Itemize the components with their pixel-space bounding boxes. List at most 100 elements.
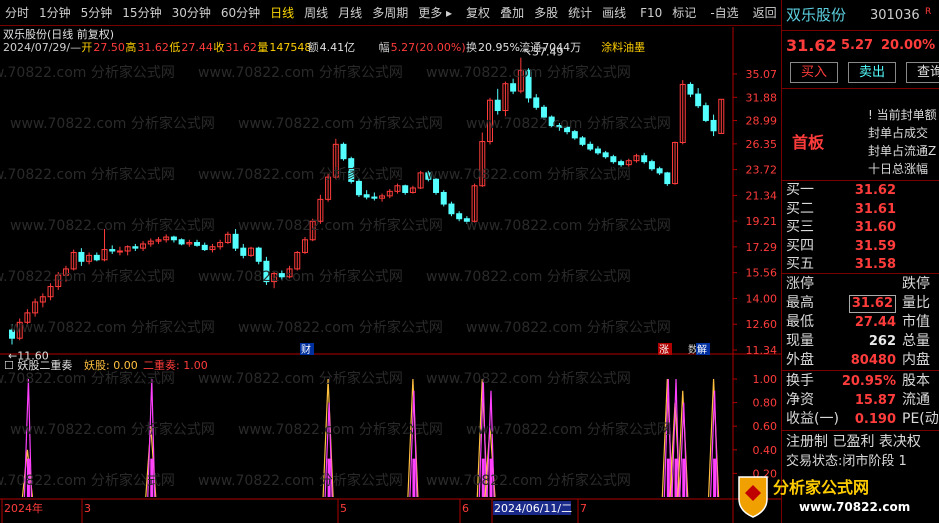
candle-body <box>656 168 663 174</box>
watermark-text: www.70822.com 分析家公式网 <box>426 166 631 183</box>
watermark-text: www.70822.com 分析家公式网 <box>0 64 175 81</box>
bids-row: 买一 31.62 <box>782 181 939 200</box>
stock-name: 双乐股份 <box>786 6 847 24</box>
price-row: 31.62 5.27 20.00% <box>782 36 939 56</box>
toolbar-item-12[interactable]: 叠加 <box>495 3 529 23</box>
candle-body <box>664 172 671 185</box>
stats-label: 最高 <box>786 295 814 311</box>
toolbar-item-11[interactable]: 复权 <box>461 3 495 23</box>
header-field: 幅 <box>379 41 390 54</box>
candle-body <box>456 213 463 220</box>
toolbar-item-14[interactable]: 统计 <box>563 3 597 23</box>
header-field: 5.27(20.00%) <box>391 41 466 54</box>
last-price: 31.62 <box>786 36 837 55</box>
price-tick-label: 14.00 <box>746 292 778 305</box>
stats-row: 最高 31.62 量比 <box>782 294 939 313</box>
toolbar-item-19[interactable]: 返回 <box>748 3 782 23</box>
stats-label: 最低 <box>786 314 814 330</box>
app-root: 分时 1分钟 5分钟 15分钟 30分钟 60分钟 日线 周线 月线 多周期 更多 ▸ 复权 叠加 多股统… <box>0 0 939 523</box>
query-button[interactable]: 查询 <box>906 62 939 83</box>
header-field: 4.41亿 <box>320 41 356 54</box>
toolbar-item-15[interactable]: 画线 <box>597 3 631 23</box>
trade-status: 交易状态:闭市阶段 1 <box>786 454 907 469</box>
stats-label: 现量 <box>786 333 814 349</box>
stats-row: 现量 262 总量 <box>782 332 939 351</box>
candle-body <box>641 155 648 163</box>
registration-badge: R <box>925 7 932 17</box>
toolbar-item-17[interactable]: 标记 <box>667 3 701 23</box>
candle-body <box>579 137 586 145</box>
stats-row: 最低 27.44 市值 <box>782 313 939 332</box>
board-label: 首板 <box>792 133 825 152</box>
watermark-text: www.70822.com 分析家公式网 <box>10 217 215 234</box>
chart-area[interactable]: 双乐股份(日线 前复权) 2024/07/29/— 开 27.50 高 31.62 低 27.… <box>0 27 781 523</box>
watermark-text: www.70822.com 分析家公式网 <box>238 421 443 438</box>
header-field: 收 <box>213 40 224 54</box>
bids-label: 买三 <box>786 219 814 235</box>
toolbar-item-8[interactable]: 月线 <box>333 3 367 23</box>
toolbar-item-16[interactable]: F10 <box>635 3 667 23</box>
toolbar-item-13[interactable]: 多股 <box>529 3 563 23</box>
toolbar-item-1[interactable]: 1分钟 <box>34 3 76 23</box>
fin-right-label: 流通 <box>902 392 930 408</box>
toolbar-item-4[interactable]: 30分钟 <box>167 3 216 23</box>
time-label: 7 <box>580 502 587 515</box>
bids-value: 31.62 <box>854 183 896 198</box>
toolbar-item-2[interactable]: 5分钟 <box>76 3 118 23</box>
toolbar-item-10[interactable]: 更多 ▸ <box>413 3 457 23</box>
toolbar-item-5[interactable]: 60分钟 <box>216 3 265 23</box>
board-info-line: 封单占成交 <box>868 126 929 140</box>
watermark-text: www.70822.com 分析家公式网 <box>198 64 403 81</box>
time-label: 5 <box>340 502 347 515</box>
candle-body <box>78 251 85 262</box>
candle-body <box>695 93 702 107</box>
toolbar-item-7[interactable]: 周线 <box>299 3 333 23</box>
header-field: 31.62 <box>137 41 169 54</box>
zhang-marker: 涨 <box>659 344 669 356</box>
candle-body <box>194 242 201 246</box>
ind-tick-label: 0.40 <box>753 444 778 457</box>
kline-chart-svg[interactable]: 双乐股份(日线 前复权)2024/07/29/— 开 27.50 高 31.62 低 27.… <box>0 27 781 523</box>
header-field: 量 <box>257 41 268 54</box>
candle-body <box>648 161 655 170</box>
bids-row: 买四 31.59 <box>782 237 939 256</box>
watermark-text: www.70822.com 分析家公式网 <box>426 64 631 81</box>
candle-body <box>610 156 617 163</box>
fin-label: 换手 <box>786 373 814 389</box>
stock-code: 301036 <box>870 8 920 23</box>
bids-value: 31.61 <box>854 201 896 217</box>
fin-right-label: 股本 <box>902 373 930 389</box>
candle-body <box>255 247 262 262</box>
watermark-text: www.70822.com 分析家公式网 <box>426 370 631 387</box>
ind-tick-label: 1.00 <box>753 373 778 386</box>
watermark-text: www.70822.com 分析家公式网 <box>238 217 443 234</box>
stats-value: 80480 <box>850 353 896 368</box>
buy-button[interactable]: 买入 <box>790 62 838 83</box>
candle-body <box>201 244 208 251</box>
watermark-text: www.70822.com 分析家公式网 <box>466 421 671 438</box>
bids-label: 买一 <box>786 182 814 198</box>
cai-marker: 财 <box>301 343 311 356</box>
price-tick-label: 31.88 <box>746 91 778 104</box>
header-field: 2024/07/29/— <box>3 41 81 54</box>
watermark-text: www.70822.com 分析家公式网 <box>10 421 215 438</box>
toolbar-item-9[interactable]: 多周期 <box>367 3 413 23</box>
toolbar-item-3[interactable]: 15分钟 <box>117 3 166 23</box>
stats-row: 涨停 跌停 <box>782 275 939 294</box>
stats-value: 27.44 <box>854 315 896 330</box>
stats-label: 涨停 <box>786 276 814 292</box>
price-change: 5.27 <box>841 38 874 53</box>
bids-value: 31.60 <box>854 220 896 235</box>
ind-tick-label: 0.80 <box>753 397 778 410</box>
candle-body <box>116 250 123 253</box>
candle-body <box>178 239 185 245</box>
sell-button[interactable]: 卖出 <box>848 62 896 83</box>
toolbar-item-18[interactable]: -自选 <box>705 3 743 23</box>
bids-row: 买二 31.61 <box>782 200 939 219</box>
candle-body <box>402 185 409 193</box>
price-tick-label: 26.35 <box>746 138 778 151</box>
toolbar-item-0[interactable]: 分时 <box>0 3 34 23</box>
price-tick-label: 21.34 <box>746 189 778 202</box>
indicator-s1-label: 妖股: 0.00 <box>84 358 138 372</box>
toolbar-item-6[interactable]: 日线 <box>265 3 299 23</box>
